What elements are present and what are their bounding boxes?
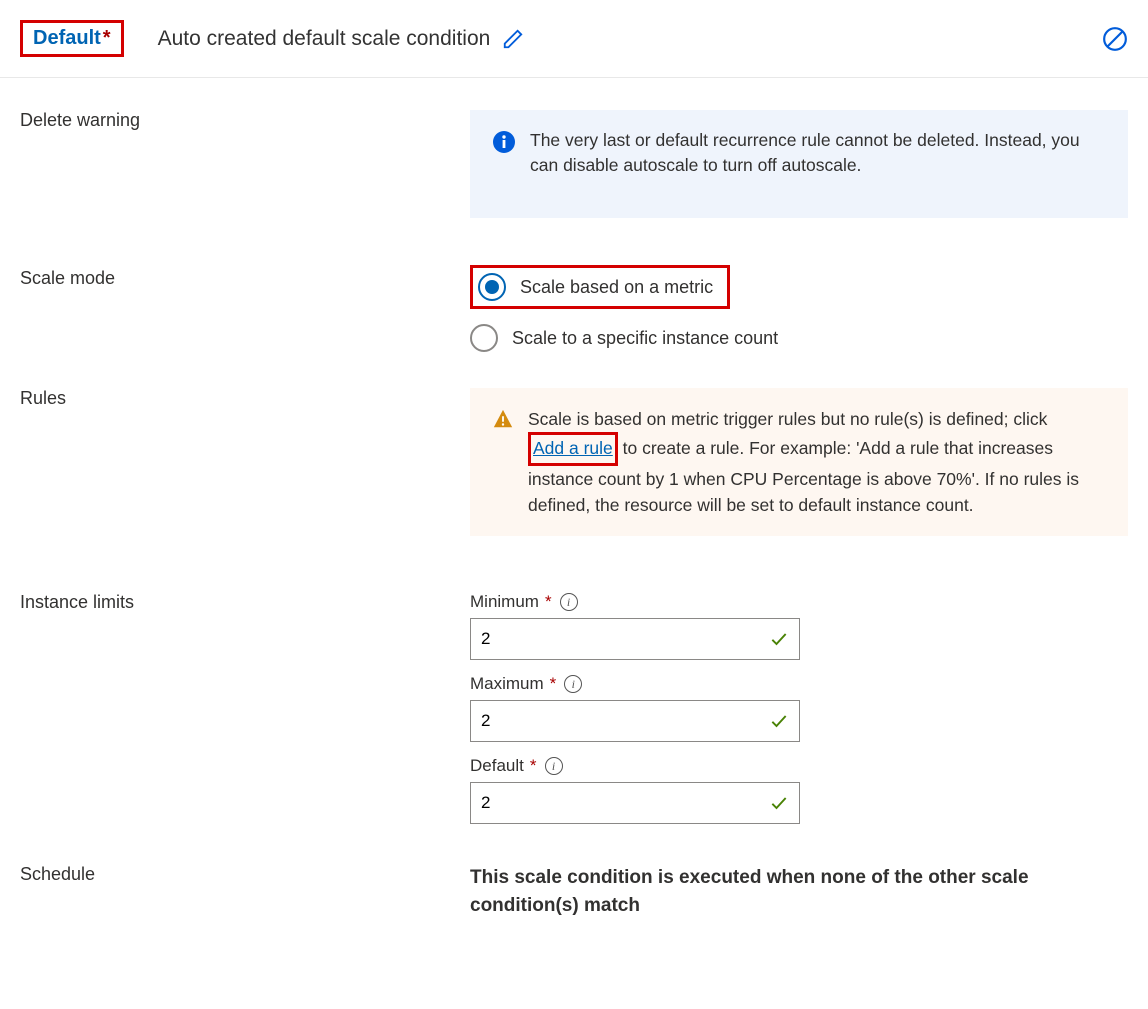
default-label: Default — [470, 756, 524, 776]
maximum-label: Maximum — [470, 674, 544, 694]
radio-scale-metric-label: Scale based on a metric — [520, 277, 713, 298]
default-input-wrap — [470, 782, 800, 824]
delete-disabled-icon — [1102, 26, 1128, 52]
info-tooltip-icon[interactable]: i — [564, 675, 582, 693]
schedule-row: Schedule This scale condition is execute… — [20, 864, 1128, 919]
valid-check-icon — [769, 711, 789, 731]
condition-name-text: Default — [33, 27, 101, 50]
radio-scale-instance[interactable] — [470, 324, 498, 352]
rules-warning-banner: Scale is based on metric trigger rules b… — [470, 388, 1128, 536]
delete-warning-label: Delete warning — [20, 110, 470, 218]
maximum-field-group: Maximum * i — [470, 674, 1128, 742]
required-star-icon: * — [103, 27, 111, 50]
scale-mode-label: Scale mode — [20, 268, 470, 368]
add-rule-highlight: Add a rule — [528, 432, 618, 465]
header-bar: Default* Auto created default scale cond… — [0, 0, 1148, 78]
condition-name-chip[interactable]: Default* — [20, 20, 124, 57]
edit-icon[interactable] — [502, 28, 524, 50]
rules-row: Rules Scale is based on metric trigger r… — [20, 388, 1128, 536]
default-field-group: Default * i — [470, 756, 1128, 824]
schedule-text: This scale condition is executed when no… — [470, 864, 1128, 919]
delete-warning-row: Delete warning The very last or default … — [20, 110, 1128, 218]
minimum-input-wrap — [470, 618, 800, 660]
add-rule-link[interactable]: Add a rule — [533, 438, 613, 458]
maximum-input-wrap — [470, 700, 800, 742]
minimum-input[interactable] — [481, 629, 769, 649]
rules-text-before: Scale is based on metric trigger rules b… — [528, 409, 1047, 429]
scale-mode-row: Scale mode Scale based on a metric Scale… — [20, 268, 1128, 368]
delete-warning-banner: The very last or default recurrence rule… — [470, 110, 1128, 218]
valid-check-icon — [769, 629, 789, 649]
schedule-label: Schedule — [20, 864, 470, 919]
rules-warning-text: Scale is based on metric trigger rules b… — [528, 406, 1106, 518]
minimum-field-group: Minimum * i — [470, 592, 1128, 660]
scale-mode-metric-highlight: Scale based on a metric — [470, 265, 730, 309]
maximum-input[interactable] — [481, 711, 769, 731]
delete-warning-text: The very last or default recurrence rule… — [530, 128, 1106, 179]
info-tooltip-icon[interactable]: i — [545, 757, 563, 775]
radio-scale-instance-label: Scale to a specific instance count — [512, 328, 778, 349]
minimum-label: Minimum — [470, 592, 539, 612]
required-star-icon: * — [550, 674, 557, 694]
instance-limits-label: Instance limits — [20, 592, 470, 838]
warning-icon — [492, 408, 514, 430]
instance-limits-row: Instance limits Minimum * i Maximum — [20, 592, 1128, 838]
info-tooltip-icon[interactable]: i — [560, 593, 578, 611]
required-star-icon: * — [545, 592, 552, 612]
radio-scale-metric[interactable] — [478, 273, 506, 301]
default-input[interactable] — [481, 793, 769, 813]
page-title: Auto created default scale condition — [158, 27, 491, 51]
valid-check-icon — [769, 793, 789, 813]
rules-label: Rules — [20, 388, 470, 536]
radio-dot-icon — [485, 280, 499, 294]
info-icon — [492, 130, 516, 154]
required-star-icon: * — [530, 756, 537, 776]
